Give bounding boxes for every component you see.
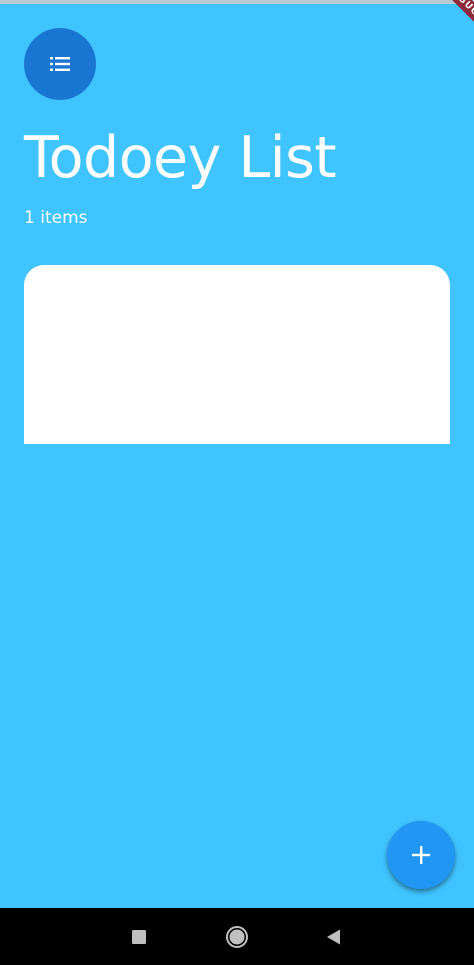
add-task-button[interactable]	[387, 821, 455, 889]
page-title: Todoey List	[24, 125, 337, 191]
triangle-back-icon	[327, 929, 340, 944]
task-list-sheet	[24, 265, 450, 444]
nav-recent-button[interactable]	[109, 908, 169, 965]
square-icon	[132, 929, 146, 944]
plus-icon	[412, 846, 430, 864]
nav-back-button[interactable]	[304, 908, 364, 965]
item-count: 1 items	[24, 208, 88, 228]
list-icon	[50, 57, 70, 71]
status-bar	[0, 0, 474, 4]
circle-icon	[226, 925, 248, 948]
app-screen: DEBUG Todoey List 1 items	[0, 0, 474, 965]
nav-home-button[interactable]	[207, 908, 267, 965]
android-nav-bar	[0, 908, 474, 965]
debug-banner: DEBUG	[426, 0, 474, 38]
list-avatar	[24, 28, 96, 100]
